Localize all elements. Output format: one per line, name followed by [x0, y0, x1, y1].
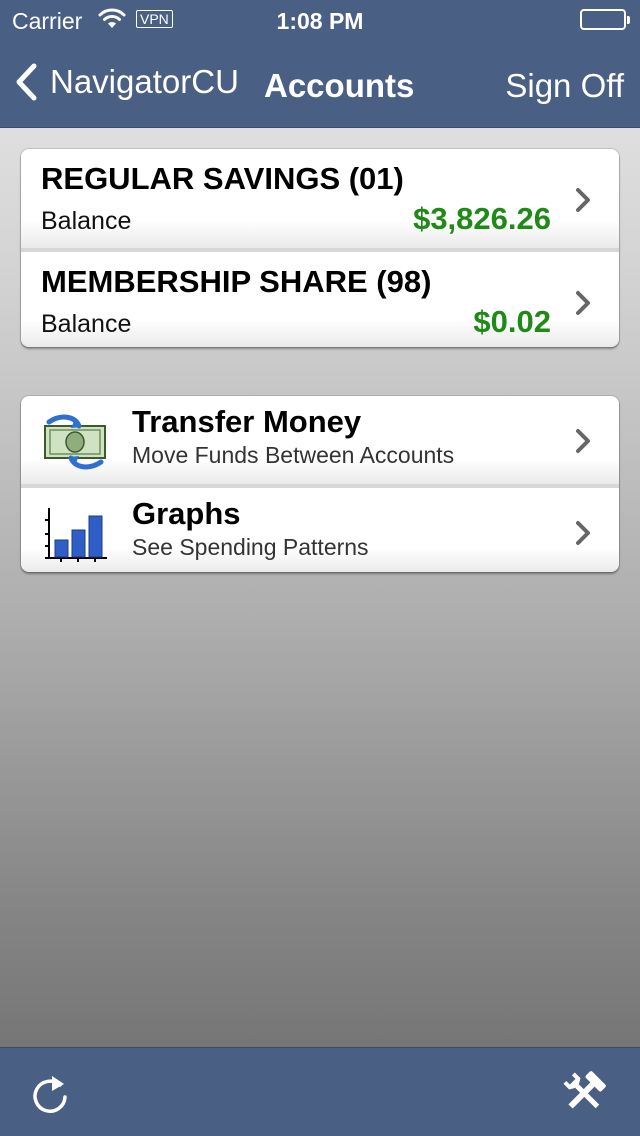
status-time: 1:08 PM [276, 8, 364, 34]
menu-item-subtitle: Move Funds Between Accounts [132, 442, 455, 468]
menu-item-subtitle: See Spending Patterns [132, 534, 369, 560]
bottom-toolbar [0, 1047, 640, 1136]
page-title: Accounts [264, 67, 415, 104]
graphs-row[interactable]: Graphs See Spending Patterns [21, 484, 619, 572]
navigation-bar: NavigatorCU Accounts Sign Off [0, 40, 640, 128]
tools-icon[interactable] [560, 1070, 608, 1121]
balance-value: $0.02 [473, 304, 551, 339]
transfer-money-row[interactable]: Transfer Money Move Funds Between Accoun… [21, 396, 619, 484]
battery-icon [580, 9, 630, 30]
bar-chart-icon [41, 506, 109, 562]
account-row-membership-share[interactable]: MEMBERSHIP SHARE (98) Balance $0.02 [21, 248, 619, 347]
money-transfer-icon [41, 414, 109, 470]
account-name: REGULAR SAVINGS (01) [41, 161, 404, 196]
account-name: MEMBERSHIP SHARE (98) [41, 264, 432, 299]
back-button-label: NavigatorCU [50, 63, 239, 100]
account-row-regular-savings[interactable]: REGULAR SAVINGS (01) Balance $3,826.26 [21, 149, 619, 248]
menu-item-title: Graphs [132, 496, 241, 531]
balance-label: Balance [41, 207, 132, 235]
status-bar: Carrier VPN 1:08 PM [0, 0, 640, 40]
accounts-list: REGULAR SAVINGS (01) Balance $3,826.26 M… [21, 149, 619, 347]
chevron-right-icon [576, 429, 590, 453]
balance-value: $3,826.26 [413, 201, 551, 236]
chevron-right-icon [576, 521, 590, 545]
balance-label: Balance [41, 310, 132, 338]
back-button[interactable]: NavigatorCU [14, 62, 239, 102]
actions-list: Transfer Money Move Funds Between Accoun… [21, 396, 619, 572]
refresh-icon[interactable] [30, 1072, 70, 1121]
chevron-left-icon [16, 63, 37, 101]
menu-item-title: Transfer Money [132, 404, 362, 439]
chevron-right-icon [576, 188, 590, 212]
sign-off-button[interactable]: Sign Off [505, 67, 624, 105]
chevron-right-icon [576, 291, 590, 315]
